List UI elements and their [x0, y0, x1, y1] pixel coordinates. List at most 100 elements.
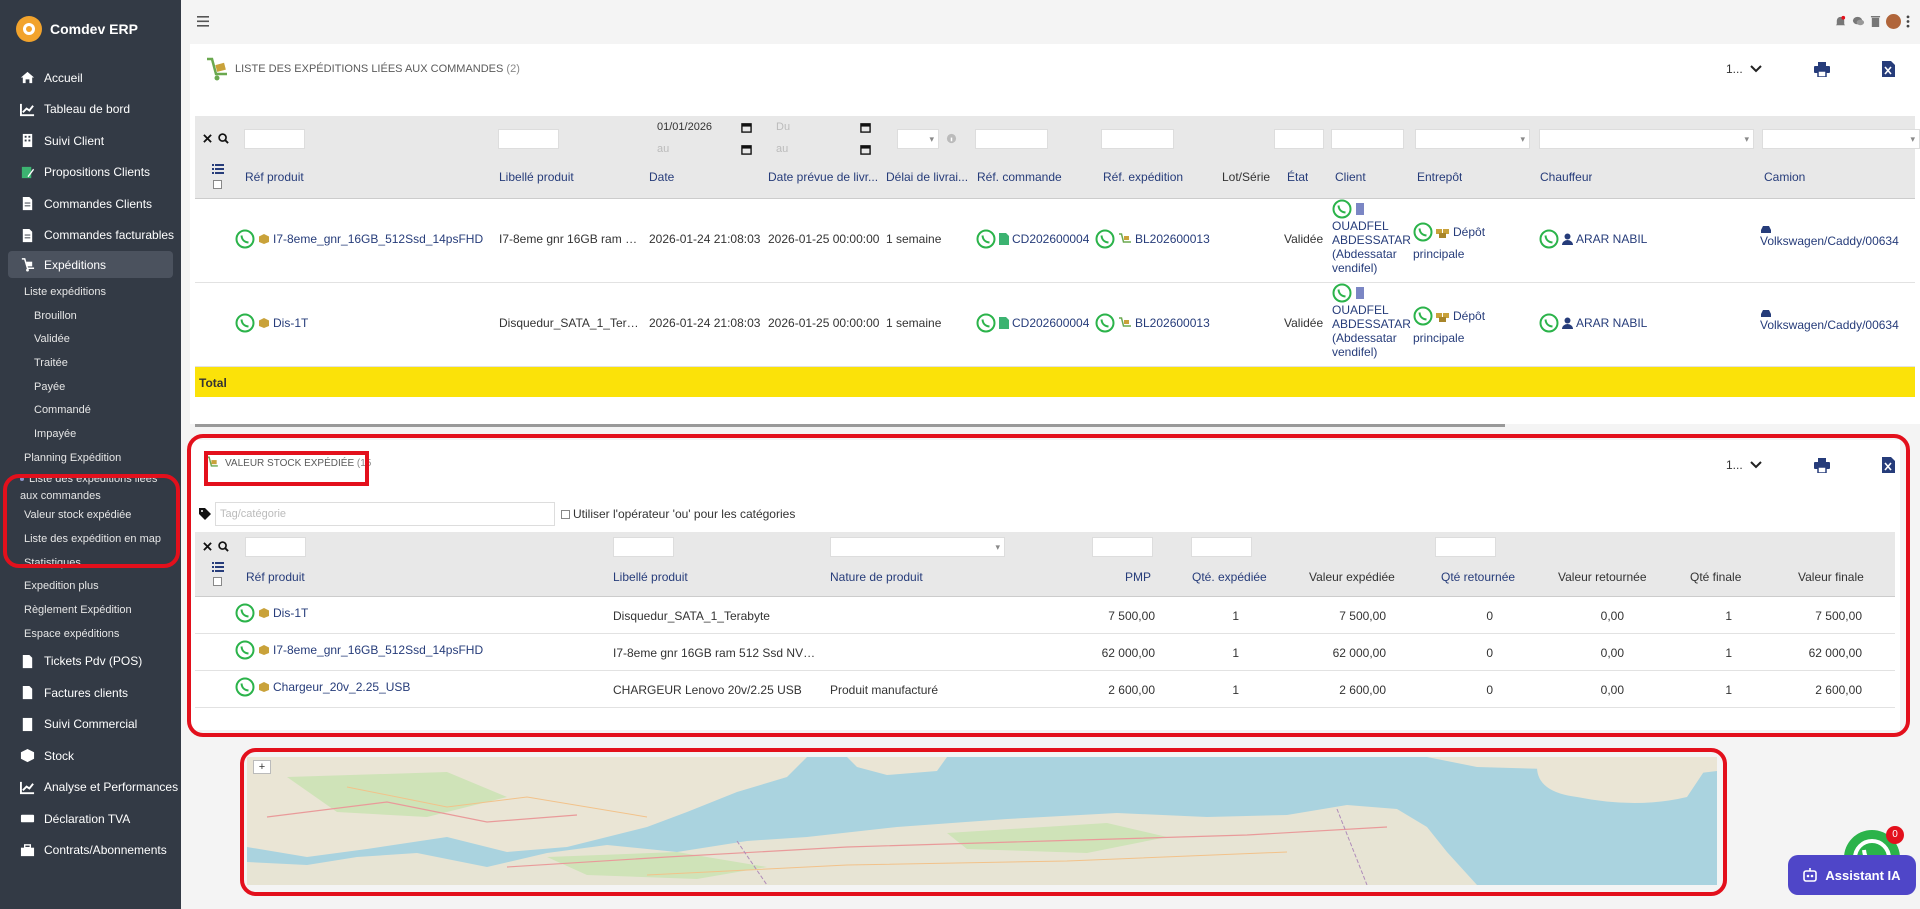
whatsapp-icon[interactable]	[976, 313, 996, 333]
page-select[interactable]: 1...	[1724, 454, 1764, 476]
entrepot-cell[interactable]: Dépôt principale	[1413, 222, 1485, 262]
col-pmp[interactable]: PMP	[1125, 570, 1151, 584]
filter-date-from[interactable]: 01/01/2026	[653, 118, 753, 138]
list-icon[interactable]	[212, 562, 224, 573]
filter-prevue-from[interactable]: Du	[772, 118, 872, 138]
filter-pmp[interactable]	[1092, 537, 1153, 557]
filter-client[interactable]	[1331, 129, 1404, 149]
col-libelle[interactable]: Libellé produit	[613, 570, 688, 584]
ref-produit-cell[interactable]: Dis-1T	[235, 603, 308, 626]
whatsapp-icon[interactable]	[235, 603, 255, 623]
ref-commande-cell[interactable]: CD202600004	[976, 313, 1089, 336]
clear-filter-icon[interactable]	[203, 134, 212, 143]
col-ref-commande[interactable]: Réf. commande	[977, 170, 1062, 184]
sidebar-sub-traitee[interactable]: Traitée	[0, 351, 181, 375]
page-select[interactable]: 1...	[1724, 58, 1764, 80]
filter-ref-produit[interactable]	[244, 129, 305, 149]
filter-ref-produit[interactable]	[245, 537, 306, 557]
sidebar-sub-expedition-plus[interactable]: Expedition plus	[0, 575, 181, 599]
ref-produit-cell[interactable]: I7-8eme_gnr_16GB_512Ssd_14psFHD	[235, 640, 483, 663]
filter-camion-select[interactable]: ▾	[1762, 129, 1920, 149]
col-client[interactable]: Client	[1335, 170, 1366, 184]
whatsapp-icon[interactable]	[1332, 199, 1352, 219]
trash-icon[interactable]	[1870, 15, 1881, 28]
col-ref-produit[interactable]: Réf produit	[246, 570, 305, 584]
sidebar-item-accueil[interactable]: Accueil	[0, 62, 181, 94]
clear-filter-icon[interactable]	[203, 542, 212, 551]
calendar-icon[interactable]	[741, 144, 752, 155]
sidebar-sub-payee[interactable]: Payée	[0, 375, 181, 399]
whatsapp-icon[interactable]	[1095, 313, 1115, 333]
sidebar-sub-brouillon[interactable]: Brouillon	[0, 304, 181, 328]
filter-entrepot-select[interactable]: ▾	[1415, 129, 1530, 149]
search-icon[interactable]	[218, 133, 229, 144]
sidebar-item-factures-clients[interactable]: Factures clients	[0, 677, 181, 709]
filter-libelle[interactable]	[613, 537, 674, 557]
col-ref-produit[interactable]: Réf produit	[245, 170, 304, 184]
sidebar-item-contrats[interactable]: Contrats/Abonnements	[0, 835, 181, 867]
sidebar-item-suivi-client[interactable]: Suivi Client	[0, 125, 181, 157]
print-icon[interactable]	[1814, 61, 1830, 77]
sidebar-sub-statistiques[interactable]: Statistiques	[0, 551, 181, 575]
whatsapp-icon[interactable]	[1539, 313, 1559, 333]
sidebar-item-suivi-commercial[interactable]: Suivi Commercial	[0, 709, 181, 741]
col-date[interactable]: Date	[649, 170, 674, 184]
whatsapp-icon[interactable]	[1413, 222, 1433, 242]
table-row[interactable]: Dis-1T Disquedur_SATA_1_Terabyte 7 500,0…	[195, 597, 1895, 634]
filter-ref-commande[interactable]	[975, 129, 1048, 149]
print-icon[interactable]	[1814, 457, 1830, 473]
camion-cell[interactable]: Volkswagen/Caddy/00634	[1760, 309, 1920, 332]
search-icon[interactable]	[218, 541, 229, 552]
sidebar-sub-valeur-stock[interactable]: Valeur stock expédiée	[0, 504, 181, 528]
whatsapp-icon[interactable]	[235, 229, 255, 249]
sidebar-sub-reglement[interactable]: Règlement Expédition	[0, 598, 181, 622]
filter-date-to[interactable]: au	[653, 140, 753, 160]
filter-ref-expedition[interactable]	[1101, 129, 1174, 149]
or-operator-checkbox[interactable]	[561, 509, 570, 519]
filter-qte-expediee[interactable]	[1191, 537, 1252, 557]
sidebar-sub-commande[interactable]: Commandé	[0, 398, 181, 422]
select-all-checkbox[interactable]	[213, 180, 222, 189]
whatsapp-icon[interactable]	[976, 229, 996, 249]
whatsapp-icon[interactable]	[1539, 229, 1559, 249]
chauffeur-cell[interactable]: ARAR NABIL	[1539, 229, 1647, 252]
hamburger-menu-icon[interactable]	[197, 16, 209, 27]
bell-icon[interactable]	[1834, 15, 1847, 28]
calendar-icon[interactable]	[860, 122, 871, 133]
whatsapp-icon[interactable]	[235, 313, 255, 333]
filter-qte-retournee[interactable]	[1435, 537, 1496, 557]
map-zoom-in-button[interactable]: +	[253, 760, 271, 774]
assistant-ia-button[interactable]: Assistant IA	[1788, 855, 1916, 895]
excel-export-icon[interactable]	[1882, 61, 1895, 77]
filter-etat[interactable]	[1274, 129, 1324, 149]
col-ref-expedition[interactable]: Réf. expédition	[1103, 170, 1183, 184]
excel-export-icon[interactable]	[1882, 457, 1895, 473]
ref-produit-cell[interactable]: I7-8eme_gnr_16GB_512Ssd_14psFHD	[235, 229, 483, 252]
col-qte-expediee[interactable]: Qté. expédiée	[1192, 570, 1267, 584]
col-libelle[interactable]: Libellé produit	[499, 170, 574, 184]
sidebar-item-tableau-de-bord[interactable]: Tableau de bord	[0, 94, 181, 126]
ref-commande-cell[interactable]: CD202600004	[976, 229, 1089, 252]
table-row[interactable]: Chargeur_20v_2.25_USB CHARGEUR Lenovo 20…	[195, 671, 1895, 708]
ref-produit-cell[interactable]: Chargeur_20v_2.25_USB	[235, 677, 410, 700]
sidebar-sub-espace[interactable]: Espace expéditions	[0, 622, 181, 646]
sidebar-sub-impayee[interactable]: Impayée	[0, 422, 181, 446]
list-icon[interactable]	[212, 164, 224, 175]
sidebar-sub-validee[interactable]: Validée	[0, 327, 181, 351]
whatsapp-icon[interactable]	[235, 640, 255, 660]
col-chauffeur[interactable]: Chauffeur	[1540, 170, 1592, 184]
col-date-prevue[interactable]: Date prévue de livr...	[768, 170, 880, 184]
sidebar-item-expeditions[interactable]: Expéditions	[8, 251, 173, 278]
whatsapp-icon[interactable]	[1095, 229, 1115, 249]
camion-cell[interactable]: Volkswagen/Caddy/00634	[1760, 225, 1920, 248]
sidebar-item-commandes-clients[interactable]: Commandes Clients	[0, 188, 181, 220]
col-camion[interactable]: Camion	[1764, 170, 1805, 184]
filter-chauffeur-select[interactable]: ▾	[1539, 129, 1754, 149]
ref-produit-cell[interactable]: Dis-1T	[235, 313, 308, 336]
ref-expedition-cell[interactable]: BL202600013	[1095, 229, 1210, 252]
chauffeur-cell[interactable]: ARAR NABIL	[1539, 313, 1647, 336]
tag-category-input[interactable]: Tag/catégorie	[215, 502, 555, 526]
brand[interactable]: Comdev ERP	[0, 0, 181, 58]
sidebar-item-declaration-tva[interactable]: Déclaration TVA	[0, 803, 181, 835]
avatar[interactable]	[1886, 14, 1901, 29]
